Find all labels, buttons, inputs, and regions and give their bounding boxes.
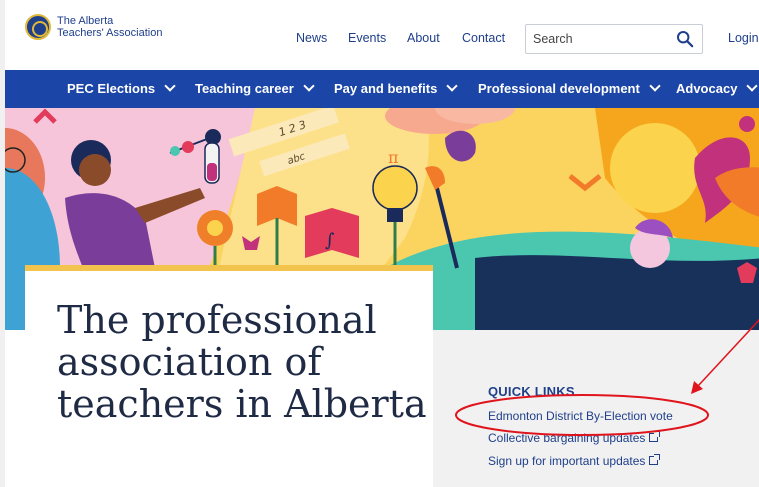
chevron-down-icon: [164, 80, 176, 92]
login-link[interactable]: Login: [728, 31, 759, 45]
page-title: The professional association of teachers…: [57, 298, 427, 426]
nav-teaching-career-label: Teaching career: [195, 81, 294, 96]
pi-symbol: π: [388, 148, 399, 167]
external-link-icon: [649, 431, 661, 442]
external-link-icon: [649, 454, 661, 465]
search-box: [525, 24, 703, 54]
top-header: The Alberta Teachers' Association News E…: [5, 0, 759, 70]
nav-teaching-career[interactable]: Teaching career: [195, 70, 315, 108]
ata-seal-icon: [25, 14, 51, 40]
nav-professional-development-label: Professional development: [478, 81, 640, 96]
nav-pec-elections-label: PEC Elections: [67, 81, 156, 96]
quick-links-panel: QUICK LINKS Edmonton District By-Electio…: [433, 330, 759, 487]
logo-line-2: Teachers' Association: [57, 27, 163, 39]
quick-link-by-election[interactable]: Edmonton District By-Election vote: [488, 409, 673, 423]
nav-advocacy[interactable]: Advocacy: [676, 70, 759, 108]
search-input[interactable]: [526, 25, 666, 53]
nav-professional-development[interactable]: Professional development: [478, 70, 661, 108]
quick-link-signup[interactable]: Sign up for important updates: [488, 454, 661, 468]
logo-text: The Alberta Teachers' Association: [57, 15, 162, 39]
nav-pay-and-benefits-label: Pay and benefits: [334, 81, 438, 96]
chevron-down-icon: [649, 80, 661, 92]
quick-link-by-election-label: Edmonton District By-Election vote: [488, 409, 673, 423]
quick-links-title: QUICK LINKS: [488, 384, 575, 399]
nav-contact-link[interactable]: Contact: [462, 31, 505, 45]
main-navigation: PEC Elections Teaching career Pay and be…: [5, 70, 759, 108]
nav-about-link[interactable]: About: [407, 31, 440, 45]
headline-card: The professional association of teachers…: [25, 265, 433, 487]
nav-news-link[interactable]: News: [296, 31, 327, 45]
quick-link-signup-label: Sign up for important updates: [488, 454, 646, 468]
nav-pay-and-benefits[interactable]: Pay and benefits: [334, 70, 458, 108]
nav-advocacy-label: Advocacy: [676, 81, 738, 96]
chevron-down-icon: [746, 80, 759, 92]
nav-events-link[interactable]: Events: [348, 31, 386, 45]
search-icon[interactable]: [676, 30, 694, 48]
page: The Alberta Teachers' Association News E…: [0, 0, 759, 487]
chevron-down-icon: [303, 80, 315, 92]
integral-symbol: ∫: [325, 230, 335, 251]
ata-logo[interactable]: The Alberta Teachers' Association: [25, 14, 162, 40]
chevron-down-icon: [446, 80, 458, 92]
logo-line-1: The Alberta: [57, 15, 114, 27]
nav-pec-elections[interactable]: PEC Elections: [67, 70, 176, 108]
quick-link-bargaining-label: Collective bargaining updates: [488, 431, 646, 445]
quick-link-bargaining[interactable]: Collective bargaining updates: [488, 431, 661, 445]
